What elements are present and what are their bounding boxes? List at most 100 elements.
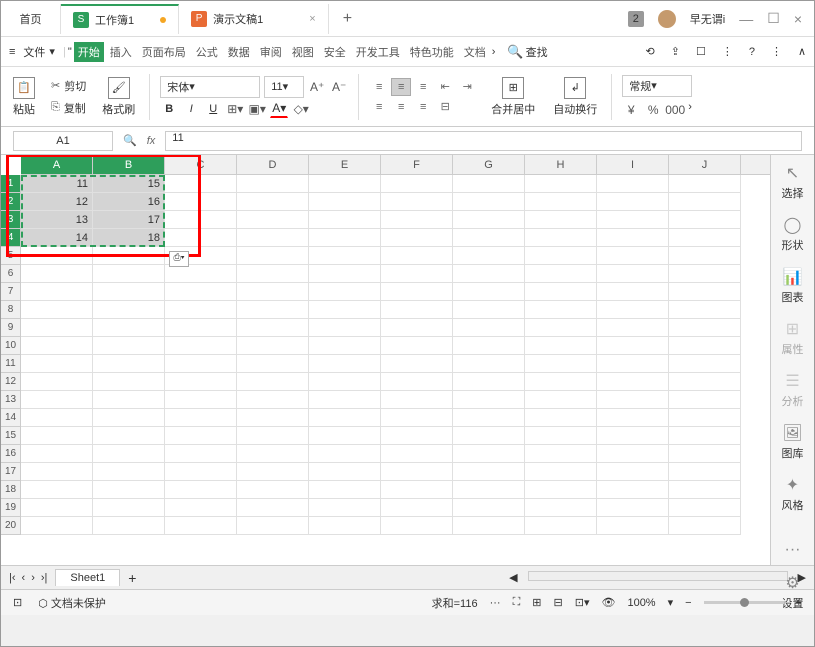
cell[interactable] [597, 175, 669, 193]
align-right-icon[interactable]: ≡ [413, 98, 433, 116]
cell[interactable] [21, 391, 93, 409]
cell[interactable] [525, 337, 597, 355]
cell[interactable] [453, 481, 525, 499]
decrease-font-icon[interactable]: A⁻ [330, 78, 348, 96]
cell[interactable] [165, 175, 237, 193]
cell[interactable] [237, 301, 309, 319]
cell[interactable] [93, 265, 165, 283]
cell[interactable] [309, 481, 381, 499]
cell[interactable] [669, 211, 741, 229]
cell[interactable] [597, 481, 669, 499]
cell[interactable] [453, 283, 525, 301]
cell[interactable] [381, 319, 453, 337]
cell[interactable] [381, 355, 453, 373]
cell[interactable] [93, 319, 165, 337]
cell[interactable] [453, 517, 525, 535]
cell[interactable] [381, 517, 453, 535]
cell[interactable] [525, 445, 597, 463]
cell[interactable] [21, 301, 93, 319]
merge-center-button[interactable]: ⊞ 合并居中 [487, 77, 539, 117]
col-header-J[interactable]: J [669, 155, 741, 174]
cell[interactable] [93, 301, 165, 319]
cell[interactable] [165, 481, 237, 499]
row-header[interactable]: 17 [1, 463, 21, 481]
cell[interactable] [453, 265, 525, 283]
share-icon[interactable]: ⇪ [671, 45, 680, 58]
col-header-G[interactable]: G [453, 155, 525, 174]
cell[interactable] [669, 229, 741, 247]
cell[interactable] [381, 481, 453, 499]
row-header[interactable]: 10 [1, 337, 21, 355]
help-icon[interactable]: ? [749, 46, 755, 58]
side-style[interactable]: ✦风格 [782, 475, 804, 513]
cell[interactable] [453, 445, 525, 463]
cell[interactable] [669, 445, 741, 463]
menu-tab-layout[interactable]: 页面布局 [138, 44, 190, 60]
name-box[interactable]: A1 [13, 131, 113, 151]
cell[interactable] [93, 427, 165, 445]
row-header[interactable]: 4 [1, 229, 21, 247]
cell[interactable] [21, 337, 93, 355]
menu-tab-start[interactable]: 开始 [74, 42, 104, 62]
cell[interactable] [453, 247, 525, 265]
cell[interactable] [93, 373, 165, 391]
cell[interactable] [669, 373, 741, 391]
cell[interactable] [669, 175, 741, 193]
cell[interactable] [669, 355, 741, 373]
side-select[interactable]: ↖选择 [782, 163, 804, 201]
cell[interactable] [165, 427, 237, 445]
cell[interactable] [525, 283, 597, 301]
side-gallery[interactable]: 🖼图库 [782, 423, 804, 461]
cell[interactable] [237, 247, 309, 265]
cell[interactable] [669, 463, 741, 481]
cell[interactable] [525, 247, 597, 265]
cell[interactable] [525, 409, 597, 427]
cell[interactable] [237, 319, 309, 337]
cell[interactable] [309, 409, 381, 427]
cell[interactable] [381, 427, 453, 445]
wrap-text-button[interactable]: ↲ 自动换行 [549, 77, 601, 117]
sheet-nav-first-icon[interactable]: |‹ [9, 572, 16, 584]
cell[interactable] [597, 211, 669, 229]
cell[interactable] [597, 499, 669, 517]
cell[interactable] [237, 445, 309, 463]
row-header[interactable]: 15 [1, 427, 21, 445]
cell[interactable]: 15 [93, 175, 165, 193]
align-middle-icon[interactable]: ≡ [391, 78, 411, 96]
notification-badge[interactable]: 2 [628, 11, 644, 27]
cell[interactable] [309, 427, 381, 445]
user-avatar[interactable] [658, 10, 676, 28]
cell[interactable] [237, 409, 309, 427]
menu-tab-doc[interactable]: 文档 [460, 44, 490, 60]
cell[interactable] [597, 409, 669, 427]
formula-input[interactable]: 11 [165, 131, 802, 151]
cell[interactable] [381, 337, 453, 355]
add-sheet-button[interactable]: + [128, 570, 136, 586]
cell[interactable] [21, 409, 93, 427]
cell[interactable] [165, 319, 237, 337]
maximize-icon[interactable]: ☐ [767, 10, 780, 27]
cell[interactable] [165, 445, 237, 463]
cell[interactable] [237, 499, 309, 517]
cell[interactable] [237, 517, 309, 535]
menu-tab-insert[interactable]: 插入 [106, 44, 136, 60]
paste-button[interactable]: 📋 粘贴 [9, 77, 39, 117]
row-header[interactable]: 1 [1, 175, 21, 193]
cell[interactable] [21, 265, 93, 283]
zoom-cell-icon[interactable]: 🔍 [123, 134, 137, 147]
cell[interactable] [21, 499, 93, 517]
cell[interactable] [525, 463, 597, 481]
col-header-D[interactable]: D [237, 155, 309, 174]
cell[interactable] [669, 193, 741, 211]
cell[interactable] [453, 463, 525, 481]
cell[interactable] [525, 319, 597, 337]
cell[interactable]: 11 [21, 175, 93, 193]
cell[interactable] [309, 463, 381, 481]
cell[interactable] [165, 211, 237, 229]
cell[interactable] [525, 229, 597, 247]
side-shape[interactable]: ◯形状 [782, 215, 804, 253]
cell[interactable] [309, 391, 381, 409]
menu-toggle-icon[interactable]: ≡ [9, 46, 15, 58]
cell[interactable] [21, 283, 93, 301]
cell[interactable] [21, 373, 93, 391]
